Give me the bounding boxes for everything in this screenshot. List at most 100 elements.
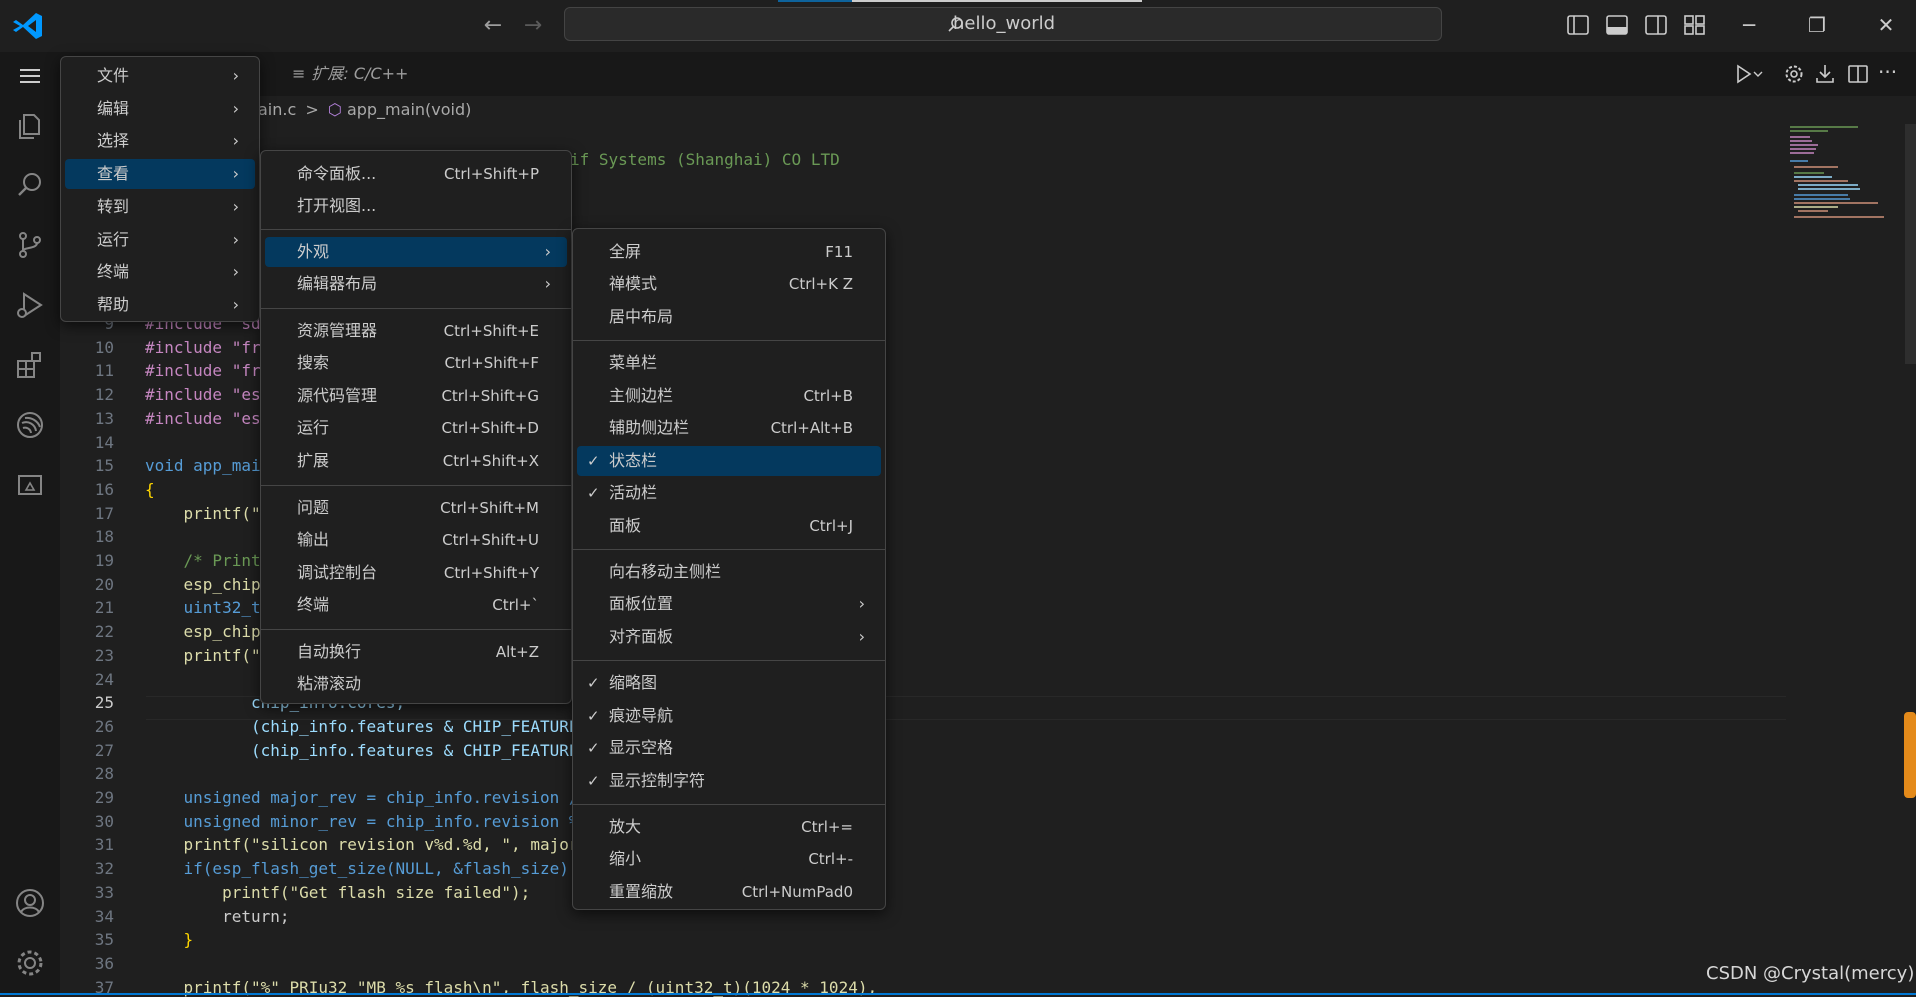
appearance-menu-item[interactable]: ✓ 活动栏 <box>577 478 881 508</box>
appearance-menu-item[interactable]: 向右移动主侧栏 <box>577 557 881 587</box>
appearance-menu-item[interactable]: 缩小 Ctrl+- <box>577 844 881 874</box>
view-menu-item[interactable]: 自动换行 Alt+Z <box>265 637 567 667</box>
code-line[interactable]: /* Print <box>145 551 261 570</box>
code-line[interactable]: #include "es <box>145 409 261 428</box>
appearance-menu-item[interactable]: ✓ 缩略图 <box>577 668 881 698</box>
appearance-menu-item[interactable]: 放大 Ctrl+= <box>577 812 881 842</box>
code-line[interactable]: printf("silicon revision v%d.%d, ", majo… <box>145 835 579 854</box>
check-icon: ✓ <box>587 484 600 502</box>
code-line[interactable]: C <box>145 670 271 689</box>
view-menu-item[interactable]: 问题 Ctrl+Shift+M <box>265 493 567 523</box>
code-line[interactable]: } <box>145 930 194 949</box>
code-line[interactable]: #include "fr <box>145 338 261 357</box>
close-button[interactable]: ✕ <box>1866 10 1906 40</box>
code-line[interactable]: unsigned minor_rev = chip_info.revision … <box>145 812 579 831</box>
view-menu-item[interactable]: 扩展 Ctrl+Shift+X <box>265 446 567 476</box>
view-menu-item[interactable]: 打开视图... <box>265 191 567 221</box>
view-menu-item[interactable]: 粘滞滚动 <box>265 669 567 699</box>
search-icon[interactable] <box>10 165 50 205</box>
more-actions-icon[interactable]: ··· <box>1878 62 1902 86</box>
appearance-menu-item[interactable]: ✓ 显示空格 <box>577 733 881 763</box>
toggle-panel-icon[interactable] <box>1605 14 1629 36</box>
view-menu-item[interactable]: 命令面板... Ctrl+Shift+P <box>265 159 567 189</box>
menu-item-label: 禅模式 <box>609 274 658 293</box>
menu-item[interactable]: 终端 › <box>65 257 255 287</box>
code-line[interactable]: uint32_t <box>145 598 261 617</box>
source-control-icon[interactable] <box>10 225 50 265</box>
settings-gear-icon[interactable] <box>1782 62 1806 86</box>
appearance-menu-item[interactable]: 全屏 F11 <box>577 237 881 267</box>
view-menu-item[interactable]: 编辑器布局 › <box>265 269 567 299</box>
vertical-scrollbar[interactable] <box>1905 124 1916 364</box>
run-code-icon[interactable] <box>1734 62 1763 86</box>
view-menu-item[interactable]: 资源管理器 Ctrl+Shift+E <box>265 316 567 346</box>
remote-explorer-icon[interactable] <box>10 465 50 505</box>
tab-extension-cpp[interactable]: ≡ 扩展: C/C++ <box>272 52 432 96</box>
command-center[interactable]: hello_world <box>564 7 1442 41</box>
download-icon[interactable] <box>1813 62 1837 86</box>
submenu-chevron-icon: › <box>232 164 239 184</box>
code-line[interactable]: (chip_info.features & CHIP_FEATURE <box>145 717 579 736</box>
menu-item[interactable]: 编辑 › <box>65 94 255 124</box>
explorer-icon[interactable] <box>10 106 50 146</box>
espressif-icon[interactable] <box>10 405 50 445</box>
menu-item[interactable]: 选择 › <box>65 126 255 156</box>
breadcrumb[interactable]: ain.c > ⬡ app_main(void) <box>258 98 471 122</box>
toggle-secondary-sidebar-icon[interactable] <box>1644 14 1668 36</box>
appearance-menu-item[interactable]: ✓ 状态栏 <box>577 446 881 476</box>
view-menu-item[interactable]: 运行 Ctrl+Shift+D <box>265 413 567 443</box>
code-line[interactable]: printf(" <box>145 646 261 665</box>
customize-layout-icon[interactable] <box>1683 14 1707 36</box>
menu-item[interactable]: 帮助 › <box>65 290 255 320</box>
appearance-menu-item[interactable]: 重置缩放 Ctrl+NumPad0 <box>577 877 881 907</box>
view-menu-item[interactable]: 输出 Ctrl+Shift+U <box>265 525 567 555</box>
menu-item[interactable]: 运行 › <box>65 225 255 255</box>
extensions-icon[interactable] <box>10 345 50 385</box>
hamburger-icon[interactable] <box>10 56 50 96</box>
view-menu-item[interactable]: 调试控制台 Ctrl+Shift+Y <box>265 558 567 588</box>
appearance-menu-item[interactable]: 辅助侧边栏 Ctrl+Alt+B <box>577 413 881 443</box>
account-icon[interactable] <box>10 883 50 923</box>
restore-button[interactable]: ❐ <box>1797 10 1837 40</box>
forward-button[interactable]: → <box>518 12 548 40</box>
code-line[interactable]: printf("Get flash size failed"); <box>145 883 530 902</box>
appearance-menu-item[interactable]: 禅模式 Ctrl+K Z <box>577 269 881 299</box>
code-line[interactable]: #include "fr <box>145 361 261 380</box>
gear-icon[interactable] <box>10 943 50 983</box>
code-line[interactable]: unsigned major_rev = chip_info.revision … <box>145 788 579 807</box>
appearance-menu-item[interactable]: 面板位置 › <box>577 589 881 619</box>
back-button[interactable]: ← <box>478 12 508 40</box>
menu-item[interactable]: 文件 › <box>65 61 255 91</box>
appearance-menu-item[interactable]: ✓ 痕迹导航 <box>577 701 881 731</box>
appearance-menu-item[interactable]: 居中布局 <box>577 302 881 332</box>
code-line[interactable]: { <box>145 480 155 499</box>
view-menu-item[interactable]: 源代码管理 Ctrl+Shift+G <box>265 381 567 411</box>
menu-item-label: 粘滞滚动 <box>297 674 362 693</box>
breadcrumb-file[interactable]: ain.c <box>258 100 296 119</box>
code-line[interactable]: return; <box>145 907 289 926</box>
minimap[interactable] <box>1788 124 1898 224</box>
appearance-menu-item[interactable]: 对齐面板 › <box>577 622 881 652</box>
code-line[interactable]: esp_chip <box>145 575 261 594</box>
code-line[interactable]: (chip_info.features & CHIP_FEATURE <box>145 741 579 760</box>
code-line[interactable]: #include "es <box>145 385 261 404</box>
view-menu-item[interactable]: 外观 › <box>265 237 567 267</box>
toggle-primary-sidebar-icon[interactable] <box>1566 14 1590 36</box>
appearance-menu-item[interactable]: ✓ 显示控制字符 <box>577 766 881 796</box>
view-menu-item[interactable]: 搜索 Ctrl+Shift+F <box>265 348 567 378</box>
appearance-menu-item[interactable]: 主侧边栏 Ctrl+B <box>577 381 881 411</box>
code-line[interactable]: if(esp_flash_get_size(NULL, &flash_size) <box>145 859 578 878</box>
run-debug-icon[interactable] <box>10 285 50 325</box>
menu-item[interactable]: 转到 › <box>65 192 255 222</box>
code-line[interactable]: void app_mai <box>145 456 261 475</box>
minimize-button[interactable]: ─ <box>1729 10 1769 40</box>
code-line[interactable]: printf(" <box>145 504 261 523</box>
code-line[interactable]: esp_chip <box>145 622 261 641</box>
menu-item[interactable]: 查看 › <box>65 159 255 190</box>
menu-item-label: 居中布局 <box>609 307 674 326</box>
view-menu-item[interactable]: 终端 Ctrl+` <box>265 590 567 620</box>
breadcrumb-symbol[interactable]: app_main(void) <box>347 100 471 119</box>
appearance-menu-item[interactable]: 菜单栏 <box>577 348 881 378</box>
split-editor-icon[interactable] <box>1846 62 1870 86</box>
appearance-menu-item[interactable]: 面板 Ctrl+J <box>577 511 881 541</box>
